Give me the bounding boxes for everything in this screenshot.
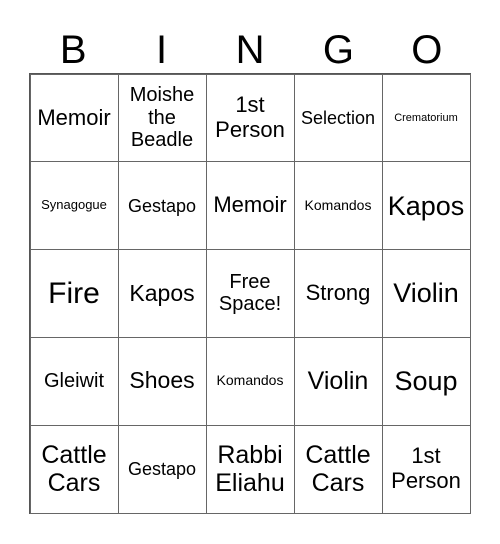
bingo-cell-label: Gestapo	[127, 195, 197, 216]
bingo-cell-label: Memoir	[37, 104, 111, 130]
bingo-cell-label: Rabbi Eliahu	[215, 441, 285, 498]
bingo-cell[interactable]: Soup	[381, 336, 471, 426]
bingo-cell-label: Cattle Cars	[41, 441, 107, 498]
bingo-cell-label: Selection	[300, 107, 376, 128]
bingo-cell-label: Synagogue	[41, 197, 107, 213]
bingo-cell[interactable]: Cattle Cars	[29, 424, 119, 514]
bingo-cell-label: Gestapo	[127, 459, 197, 480]
bingo-cell[interactable]: Memoir	[29, 73, 119, 163]
bingo-cell[interactable]: Kapos	[381, 161, 471, 251]
bingo-cell[interactable]: Moishe the Beadle	[117, 73, 207, 163]
bingo-cell[interactable]: Selection	[293, 73, 383, 163]
bingo-header: B I N G O	[29, 28, 471, 72]
bingo-cell[interactable]: Fire	[29, 249, 119, 338]
bingo-cell-free-space[interactable]: Free Space!	[205, 249, 295, 338]
bingo-cell[interactable]: Violin	[293, 336, 383, 426]
header-letter-n: N	[235, 28, 265, 72]
header-letter-o: O	[411, 28, 443, 72]
bingo-cell-label: Fire	[48, 276, 100, 310]
bingo-cell[interactable]: Strong	[293, 249, 383, 338]
bingo-cell-label: Moishe the Beadle	[129, 84, 195, 152]
bingo-cell-label: Violin	[307, 367, 369, 396]
header-letter-g: G	[322, 28, 354, 72]
bingo-cell-label: Komandos	[304, 196, 372, 213]
bingo-cell[interactable]: Synagogue	[29, 161, 119, 251]
bingo-cell[interactable]: Komandos	[293, 161, 383, 251]
bingo-cell-label: 1st Person	[215, 92, 285, 142]
bingo-cell-label: Komandos	[216, 372, 284, 389]
bingo-cell[interactable]: Gestapo	[117, 424, 207, 514]
bingo-cell[interactable]: Komandos	[205, 336, 295, 426]
bingo-cell[interactable]: Memoir	[205, 161, 295, 251]
bingo-cell[interactable]: Shoes	[117, 336, 207, 426]
bingo-cell-label: Memoir	[213, 192, 287, 218]
bingo-cell-label: 1st Person	[391, 443, 461, 494]
bingo-cell-label: Gleiwit	[43, 370, 104, 393]
bingo-cell[interactable]: Violin	[381, 249, 471, 338]
bingo-cell[interactable]: Gestapo	[117, 161, 207, 251]
bingo-grid: Memoir Moishe the Beadle 1st Person Selecti…	[29, 73, 471, 514]
bingo-cell[interactable]: 1st Person	[381, 424, 471, 514]
bingo-cell-label: Cattle Cars	[305, 441, 371, 498]
bingo-cell[interactable]: Crematorium	[381, 73, 471, 163]
bingo-cell[interactable]: Rabbi Eliahu	[205, 424, 295, 514]
bingo-cell[interactable]: 1st Person	[205, 73, 295, 163]
header-letter-b: B	[59, 28, 87, 72]
header-letter-i: I	[156, 28, 168, 72]
bingo-cell[interactable]: Gleiwit	[29, 336, 119, 426]
bingo-cell-label: Crematorium	[394, 111, 458, 124]
bingo-cell-label: Strong	[305, 280, 371, 306]
bingo-cell-label: Soup	[394, 366, 458, 397]
bingo-cell-label: Shoes	[129, 367, 195, 394]
bingo-cell-label: Kapos	[129, 279, 195, 306]
bingo-cell-label: Violin	[393, 278, 459, 309]
bingo-cell[interactable]: Cattle Cars	[293, 424, 383, 514]
bingo-cell[interactable]: Kapos	[117, 249, 207, 338]
bingo-cell-label: Kapos	[387, 190, 465, 221]
bingo-cell-label: Free Space!	[218, 271, 282, 316]
